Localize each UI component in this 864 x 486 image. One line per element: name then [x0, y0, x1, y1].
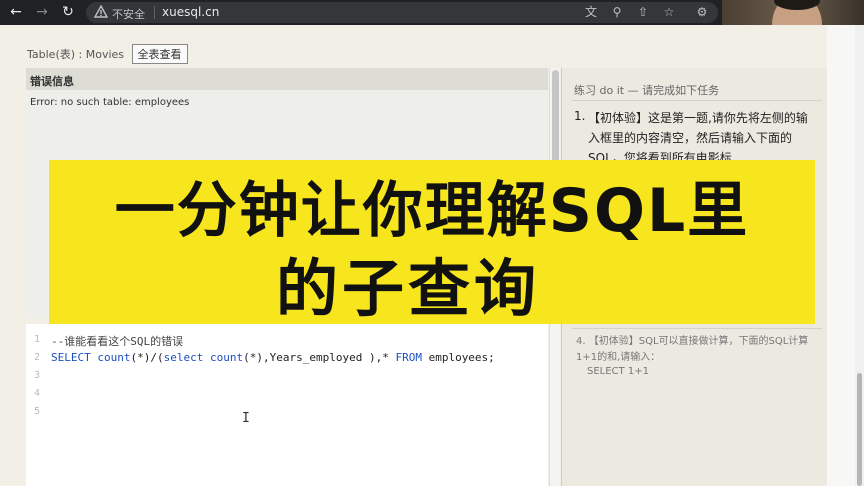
task4-divider	[572, 328, 822, 329]
code-line-comment[interactable]: --谁能看看这个SQL的错误	[51, 333, 183, 349]
code-fragment: (*),Years_employed ),*	[243, 351, 396, 364]
error-message: Error: no such table: employees	[30, 97, 190, 108]
error-panel-title: 错误信息	[26, 68, 548, 90]
text-cursor-icon: I	[242, 411, 250, 426]
code-line-query[interactable]: SELECT count(*)/(select count(*),Years_e…	[51, 351, 495, 364]
share-icon[interactable]: ⇧	[635, 4, 651, 20]
translate-icon[interactable]: 文	[583, 4, 599, 20]
banner-title-line2: 的子查询	[275, 252, 540, 325]
table-label: Table(表) : Movies	[27, 48, 125, 61]
page-scrollbar-thumb[interactable]	[857, 373, 862, 486]
task4-code: SELECT 1+1	[587, 366, 649, 377]
extension-icon[interactable]: ⚙	[694, 4, 710, 20]
code-fragment: employees;	[421, 351, 495, 364]
url-text[interactable]: xuesql.cn	[162, 5, 219, 19]
back-icon[interactable]: ←	[7, 3, 25, 21]
bookmark-star-icon[interactable]: ☆	[661, 4, 677, 20]
line-number: 4	[34, 388, 41, 399]
banner-title-line1: 一分钟让你理解SQL里	[114, 176, 750, 246]
line-number: 1	[34, 334, 41, 345]
task4-text: 4. 【初体验】SQL可以直接做计算，下面的SQL计算1+1的和,请输入：	[576, 336, 809, 363]
keyword-select: SELECT	[51, 351, 91, 364]
code-fragment: (*)/(	[130, 351, 164, 364]
line-number: 5	[34, 406, 41, 417]
line-number: 3	[34, 370, 41, 381]
keyword-count-sub: count	[210, 351, 244, 364]
table-bar: Table(表) : Movies 全表查看	[27, 44, 188, 64]
forward-icon[interactable]: →	[33, 3, 51, 21]
view-all-button[interactable]: 全表查看	[131, 44, 188, 64]
line-number: 2	[34, 352, 41, 363]
task-panel-header: 练习 do it — 请完成如下任务	[574, 84, 720, 97]
address-divider	[154, 6, 155, 19]
task-header-divider	[572, 100, 822, 101]
sql-editor[interactable]: 1 2 3 4 5 --谁能看看这个SQL的错误 SELECT count(*)…	[26, 324, 548, 486]
title-banner: 一分钟让你理解SQL里 的子查询	[49, 160, 815, 325]
task1-text: 【初体验】这是第一题,请你先将左侧的输入框里的内容清空，然后请输入下面的SQL，…	[588, 111, 808, 165]
insecure-label[interactable]: 不安全	[112, 6, 145, 22]
zoom-icon[interactable]: ⚲	[609, 4, 625, 20]
keyword-count: count	[97, 351, 131, 364]
warning-icon[interactable]	[94, 5, 108, 19]
task1-number: 1.	[574, 109, 586, 123]
reload-icon[interactable]: ↻	[59, 3, 77, 21]
address-bar[interactable]: 不安全 xuesql.cn 文 ⚲ ⇧ ☆ ⚙	[86, 2, 718, 23]
keyword-from: FROM	[395, 351, 422, 364]
keyword-select-sub: select	[163, 351, 204, 364]
